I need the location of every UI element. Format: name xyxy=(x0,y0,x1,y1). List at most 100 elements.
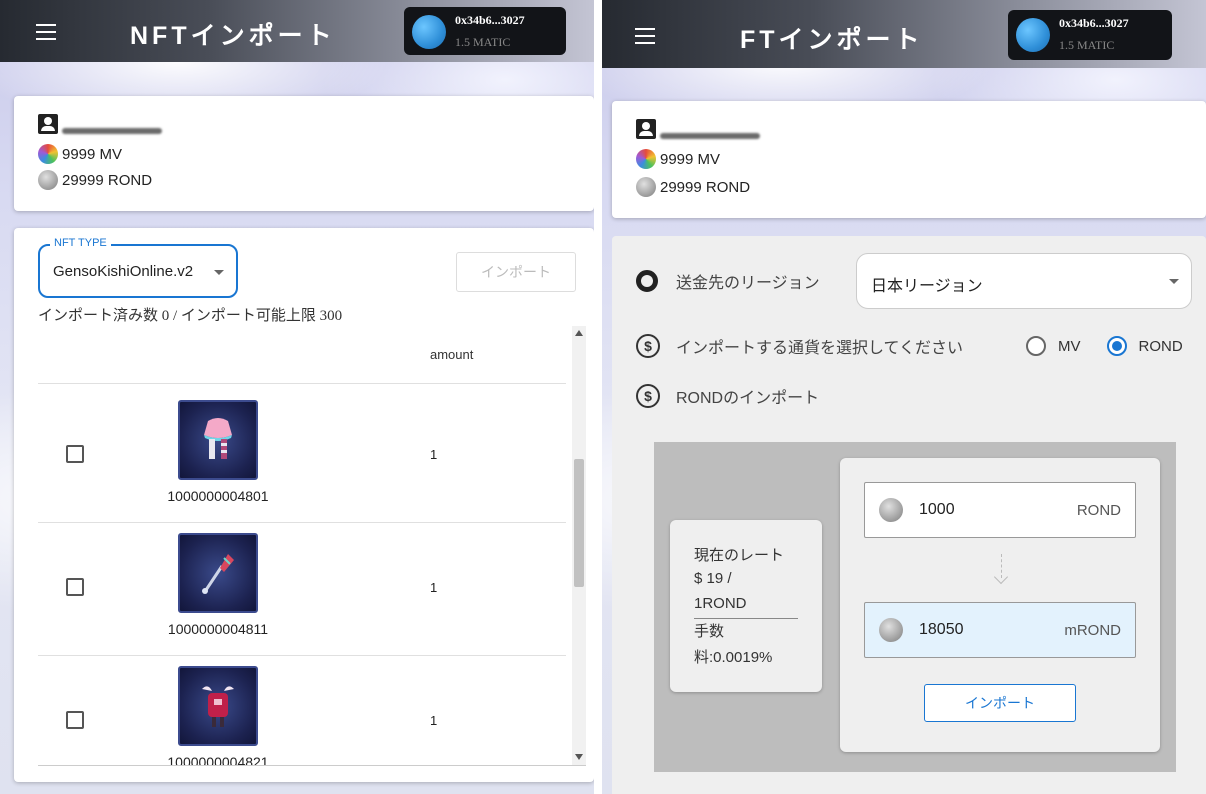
ft-import-button[interactable]: インポート xyxy=(924,684,1076,722)
rate-line-1: 現在のレート xyxy=(694,547,785,564)
currency-exchange-icon: $ xyxy=(636,384,660,408)
mv-balance: 9999 MV xyxy=(660,150,721,168)
account-icon xyxy=(38,114,58,134)
rond-coin-icon xyxy=(38,170,58,190)
region-label: 送金先のリージョン xyxy=(676,275,820,292)
rond-balance-row: 29999 ROND xyxy=(38,170,152,190)
row-checkbox[interactable] xyxy=(66,711,84,729)
region-value: 日本リージョン xyxy=(871,278,983,295)
nft-thumbnail xyxy=(178,533,258,613)
amount-header: amount xyxy=(430,347,474,362)
nft-table: amount 1000000004801 1 1000000004811 1 1… xyxy=(38,326,586,766)
rate-divider xyxy=(694,618,798,619)
section-title: RONDのインポート xyxy=(676,390,820,407)
row-checkbox[interactable] xyxy=(66,445,84,463)
rond-balance: 29999 ROND xyxy=(62,171,153,189)
menu-icon[interactable] xyxy=(36,24,56,40)
blurred-username xyxy=(62,128,162,134)
wallet-avatar xyxy=(1016,18,1050,52)
mv-coin-icon xyxy=(636,149,656,169)
rate-line-5: 料:0.0019% xyxy=(694,649,773,666)
radio-mv[interactable] xyxy=(1026,336,1046,356)
radio-mv-label: MV xyxy=(1058,337,1081,355)
table-scrollbar[interactable] xyxy=(572,326,586,765)
ft-import-panel: FTインポート 0x34b6...3027 1.5 MATIC 9999 MV … xyxy=(602,0,1206,794)
nft-list-card: NFT TYPE GensoKishiOnline.v2 インポート インポート… xyxy=(14,228,594,782)
scroll-down-icon[interactable] xyxy=(575,754,583,760)
nft-thumbnail xyxy=(178,400,258,480)
table-header: amount xyxy=(38,326,566,384)
import-count-text: インポート済み数 0 / インポート可能上限 300 xyxy=(38,308,343,324)
nft-id: 1000000004811 xyxy=(167,621,269,637)
app-header: NFTインポート 0x34b6...3027 1.5 MATIC xyxy=(0,0,594,62)
ft-import-card: 送金先のリージョン 日本リージョン $ インポートする通貨を選択してください M… xyxy=(612,236,1206,794)
skirt-item-icon xyxy=(204,418,232,459)
chevron-down-icon xyxy=(1169,279,1179,284)
mv-balance-row: 9999 MV xyxy=(636,149,720,169)
page-title: NFTインポート xyxy=(130,22,336,50)
table-row: 1000000004801 1 xyxy=(38,390,566,523)
from-amount-value: 1000 xyxy=(919,501,955,518)
from-amount-unit: ROND xyxy=(1076,501,1121,519)
from-amount-field[interactable]: 1000 ROND xyxy=(864,482,1136,538)
rate-line-2: $ 19 / xyxy=(694,570,732,587)
nft-amount: 1 xyxy=(430,713,438,728)
globe-icon xyxy=(636,270,658,292)
wand-item-icon xyxy=(202,554,234,594)
row-checkbox[interactable] xyxy=(66,578,84,596)
rate-line-4: 手数 xyxy=(694,623,725,640)
account-icon xyxy=(636,119,656,139)
user-name-row xyxy=(636,119,760,139)
to-amount-field[interactable]: 18050 mROND xyxy=(864,602,1136,658)
currency-exchange-icon: $ xyxy=(636,334,660,358)
nft-import-panel: NFTインポート 0x34b6...3027 1.5 MATIC 9999 MV… xyxy=(0,0,594,794)
rate-line-3: 1ROND xyxy=(694,595,747,612)
mv-balance: 9999 MV xyxy=(62,145,123,163)
nft-id: 1000000004821 xyxy=(167,754,269,766)
rond-coin-icon xyxy=(879,618,903,642)
nft-type-value: GensoKishiOnline.v2 xyxy=(53,263,194,280)
convert-card: 1000 ROND 18050 mROND インポート xyxy=(840,458,1160,752)
wallet-chip[interactable]: 0x34b6...3027 1.5 MATIC xyxy=(404,7,566,55)
nft-type-select[interactable]: NFT TYPE GensoKishiOnline.v2 xyxy=(38,237,238,298)
rond-coin-icon xyxy=(636,177,656,197)
rond-balance-row: 29999 ROND xyxy=(636,177,750,197)
currency-label: インポートする通貨を選択してください xyxy=(676,340,964,357)
menu-icon[interactable] xyxy=(635,28,655,44)
to-amount-value: 18050 xyxy=(919,621,964,638)
region-select[interactable]: 日本リージョン xyxy=(856,253,1192,309)
table-row: 1000000004811 1 xyxy=(38,523,566,656)
nft-id: 1000000004801 xyxy=(167,488,269,504)
page-title: FTインポート xyxy=(740,26,924,54)
wallet-balance: 1.5 MATIC xyxy=(1059,38,1115,52)
to-amount-unit: mROND xyxy=(1064,621,1121,639)
table-row: 1000000004821 1 xyxy=(38,656,566,766)
nft-thumbnail xyxy=(178,666,258,746)
user-card: 9999 MV 29999 ROND xyxy=(14,96,594,211)
rond-balance: 29999 ROND xyxy=(660,178,751,196)
user-card: 9999 MV 29999 ROND xyxy=(612,101,1206,218)
scroll-thumb[interactable] xyxy=(574,459,584,587)
app-header: FTインポート 0x34b6...3027 1.5 MATIC xyxy=(602,0,1206,68)
wallet-avatar xyxy=(412,15,446,49)
conversion-box: 現在のレート $ 19 / 1ROND 手数 料:0.0019% 1000 RO… xyxy=(654,442,1176,772)
wallet-address: 0x34b6...3027 xyxy=(1059,16,1129,30)
panel-divider xyxy=(594,0,602,794)
wallet-balance: 1.5 MATIC xyxy=(455,35,511,49)
arrow-down-icon xyxy=(993,554,1010,585)
radio-rond-label: ROND xyxy=(1138,337,1183,355)
mv-coin-icon xyxy=(38,144,58,164)
import-button[interactable]: インポート xyxy=(456,252,576,292)
scroll-up-icon[interactable] xyxy=(575,330,583,336)
region-row: 送金先のリージョン xyxy=(636,269,820,293)
mv-balance-row: 9999 MV xyxy=(38,144,122,164)
bag-item-icon xyxy=(202,686,234,727)
nft-type-legend: NFT TYPE xyxy=(50,237,111,249)
nft-amount: 1 xyxy=(430,447,438,462)
user-name-row xyxy=(38,114,162,134)
currency-radio-group: MV ROND xyxy=(1026,336,1183,356)
rate-card: 現在のレート $ 19 / 1ROND 手数 料:0.0019% xyxy=(670,520,822,692)
wallet-chip[interactable]: 0x34b6...3027 1.5 MATIC xyxy=(1008,10,1172,60)
nft-amount: 1 xyxy=(430,580,438,595)
radio-rond[interactable] xyxy=(1106,336,1127,356)
